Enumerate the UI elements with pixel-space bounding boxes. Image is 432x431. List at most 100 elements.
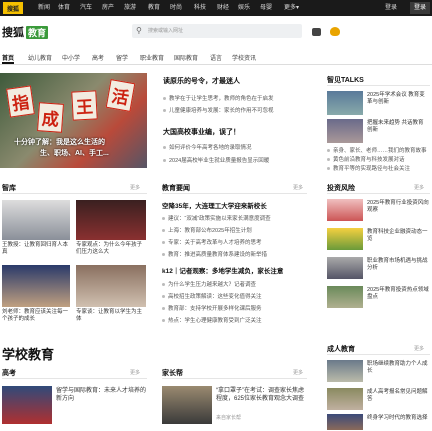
tab-vocational[interactable]: 职业教育	[140, 53, 164, 62]
gaokao-caption[interactable]: 留学与国际教育：未来人才培养的新方向	[56, 387, 146, 403]
headline-bullet[interactable]: 如何评价今年高考各地的录取情况	[163, 143, 252, 151]
talks-thumbnail[interactable]	[327, 91, 363, 115]
card-thumbnail[interactable]	[2, 200, 70, 240]
talks-caption[interactable]: 把握未来趋势 共话教育创新	[367, 120, 429, 134]
headline[interactable]: 大国高校事业编，误了！	[163, 127, 240, 137]
parents-caption[interactable]: “拿口罩子”在考试：调查家长焦虑程度，625位家长教育观念大调查	[216, 387, 308, 403]
news-bullet[interactable]: 热点：学生心理健康教育受到广泛关注	[162, 316, 262, 324]
channel-badge: 教育	[26, 26, 49, 39]
card-caption[interactable]: 王教授：让教育回归育人本真	[2, 242, 70, 256]
news-bullet[interactable]: 为什么学生压力越来越大？记者调查	[162, 280, 256, 288]
talks-caption[interactable]: 2025年学术会议 教育变革与创新	[367, 92, 429, 106]
news-bullet[interactable]: 上海：教育部公布2025年招生计划	[162, 226, 252, 234]
mascot-icon	[312, 28, 321, 36]
more-link[interactable]: 更多	[414, 184, 424, 191]
gaokao-thumbnail[interactable]	[2, 386, 52, 424]
active-tab-indicator	[2, 62, 14, 64]
section-title-news[interactable]: 教育要闻	[162, 183, 190, 193]
more-link[interactable]: 更多	[414, 345, 424, 352]
talks-bullet[interactable]: 黄色前沿教育与科技发展对话	[327, 155, 405, 163]
headline-bullet[interactable]: 儿童健康培养与发展：家长的作用不可忽视	[163, 106, 274, 114]
brand-name: 搜狐	[2, 27, 24, 39]
hero-caption-sub: 生、职场、AI、手工...	[40, 150, 109, 157]
nav-item-auto[interactable]: 汽车	[80, 3, 92, 13]
invest-caption[interactable]: 2025年教育投资热点领域盘点	[367, 287, 429, 301]
tab-study-abroad[interactable]: 留学	[116, 53, 128, 62]
more-link[interactable]: 更多	[130, 184, 140, 191]
talks-thumbnail[interactable]	[327, 119, 363, 143]
invest-thumbnail[interactable]	[327, 286, 363, 308]
news-headline[interactable]: k12｜记者观察：多地学生减负，家长注意	[162, 265, 283, 275]
parents-thumbnail[interactable]	[162, 386, 212, 424]
news-bullet[interactable]: 教育：推进高质量教育体系建设的新举措	[162, 250, 267, 258]
news-headline[interactable]: 空降35年，大连理工大学迎来新校长	[162, 200, 267, 210]
more-link[interactable]: 更多	[293, 184, 303, 191]
nav-item-entertainment[interactable]: 娱乐	[238, 3, 250, 13]
nav-right-link[interactable]: 登录	[385, 3, 397, 13]
section-title-parents[interactable]: 家长帮	[162, 368, 183, 378]
nav-item-finance[interactable]: 财经	[217, 3, 229, 13]
nav-item-sports[interactable]: 体育	[58, 3, 70, 13]
news-bullet[interactable]: 建议：“双减”政策实施以来家长满意度调查	[162, 214, 271, 222]
channel-brand[interactable]: 搜狐 教育	[2, 24, 49, 40]
invest-thumbnail[interactable]	[327, 199, 363, 221]
login-button[interactable]: 登录	[410, 2, 430, 14]
mascot-bird-icon	[330, 27, 340, 36]
divider	[162, 193, 307, 194]
adult-caption[interactable]: 成人高考报名常见问题解答	[367, 389, 429, 403]
section-title-gaokao[interactable]: 高考	[2, 368, 16, 378]
tab-preschool[interactable]: 幼儿教育	[28, 53, 52, 62]
invest-thumbnail[interactable]	[327, 228, 363, 250]
headline-bullet[interactable]: 教学在于让学生思考，教师的角色在于启发	[163, 94, 274, 102]
adult-thumbnail[interactable]	[327, 414, 363, 430]
more-link[interactable]: 更多	[293, 369, 303, 376]
more-link[interactable]: 更多	[130, 369, 140, 376]
nav-item-tech[interactable]: 科技	[194, 3, 206, 13]
nav-item-education[interactable]: 教育	[148, 3, 160, 13]
card-caption[interactable]: 专家谈：让教育以学生为主体	[76, 309, 146, 323]
adult-caption[interactable]: 职场继续教育助力个人成长	[367, 361, 429, 375]
nav-item-realestate[interactable]: 房产	[102, 3, 114, 13]
news-bullet[interactable]: 教育部：支持学校开展多样化课后服务	[162, 304, 262, 312]
tab-language[interactable]: 语言	[210, 53, 222, 62]
section-title-thinktank[interactable]: 智库	[2, 183, 16, 193]
nav-item-news[interactable]: 新闻	[38, 3, 50, 13]
card-thumbnail[interactable]	[76, 200, 146, 240]
nav-item-travel[interactable]: 旅游	[124, 3, 136, 13]
section-title-adult[interactable]: 成人教育	[327, 344, 355, 354]
nav-item-more[interactable]: 更多▾	[284, 3, 299, 13]
card-caption[interactable]: 刘老师：教育应该关注每一个孩子的成长	[2, 309, 70, 323]
hero-caption[interactable]: 十分钟了解：我是这么生活的	[14, 137, 105, 147]
headline[interactable]: 读原乐的号令，才最迷人	[163, 76, 240, 86]
news-bullet[interactable]: 专家：关于高考改革与人才培养的思考	[162, 238, 262, 246]
tab-k12[interactable]: 中小学	[62, 53, 80, 62]
adult-caption[interactable]: 终身学习时代的教育选择	[367, 415, 429, 422]
talks-bullet[interactable]: 亲身、家长、老师……我们的教育故事	[327, 146, 427, 154]
invest-thumbnail[interactable]	[327, 257, 363, 279]
invest-caption[interactable]: 教育科技企业融资动态一览	[367, 229, 429, 243]
tab-international[interactable]: 国际教育	[174, 53, 198, 62]
nav-item-baby[interactable]: 母婴	[260, 3, 272, 13]
card-thumbnail[interactable]	[2, 265, 70, 307]
nav-item-fashion[interactable]: 时尚	[170, 3, 182, 13]
talks-bullet[interactable]: 教育平等的实现路径与社会关注	[327, 164, 410, 172]
invest-caption[interactable]: 职业教育市场机遇与挑战分析	[367, 258, 429, 272]
headline-bullet[interactable]: 2024届高校毕业生就业质量报告显示回暖	[163, 156, 269, 164]
invest-caption[interactable]: 2025年教育行业投资风向观察	[367, 200, 429, 214]
tab-gaokao[interactable]: 高考	[92, 53, 104, 62]
divider	[327, 85, 430, 86]
card-caption[interactable]: 专家观点：为什么今年孩子们压力这么大	[76, 242, 146, 256]
adult-thumbnail[interactable]	[327, 388, 363, 410]
hero-sign: 成	[37, 102, 64, 133]
tab-school-news[interactable]: 学校资讯	[232, 53, 256, 62]
search-icon[interactable]: ⚲	[136, 26, 146, 36]
section-title-talks[interactable]: 智见TALKS	[327, 75, 364, 85]
card-thumbnail[interactable]	[76, 265, 146, 307]
divider	[327, 354, 430, 355]
news-bullet[interactable]: 高校招生政策解读：这些变化值得关注	[162, 292, 262, 300]
section-title-invest[interactable]: 投资风险	[327, 183, 355, 193]
adult-thumbnail[interactable]	[327, 360, 363, 382]
tab-home[interactable]: 首页	[2, 53, 14, 62]
section-title-school[interactable]: 学校教育	[2, 344, 54, 363]
sohu-logo[interactable]: 搜狐	[3, 2, 23, 14]
